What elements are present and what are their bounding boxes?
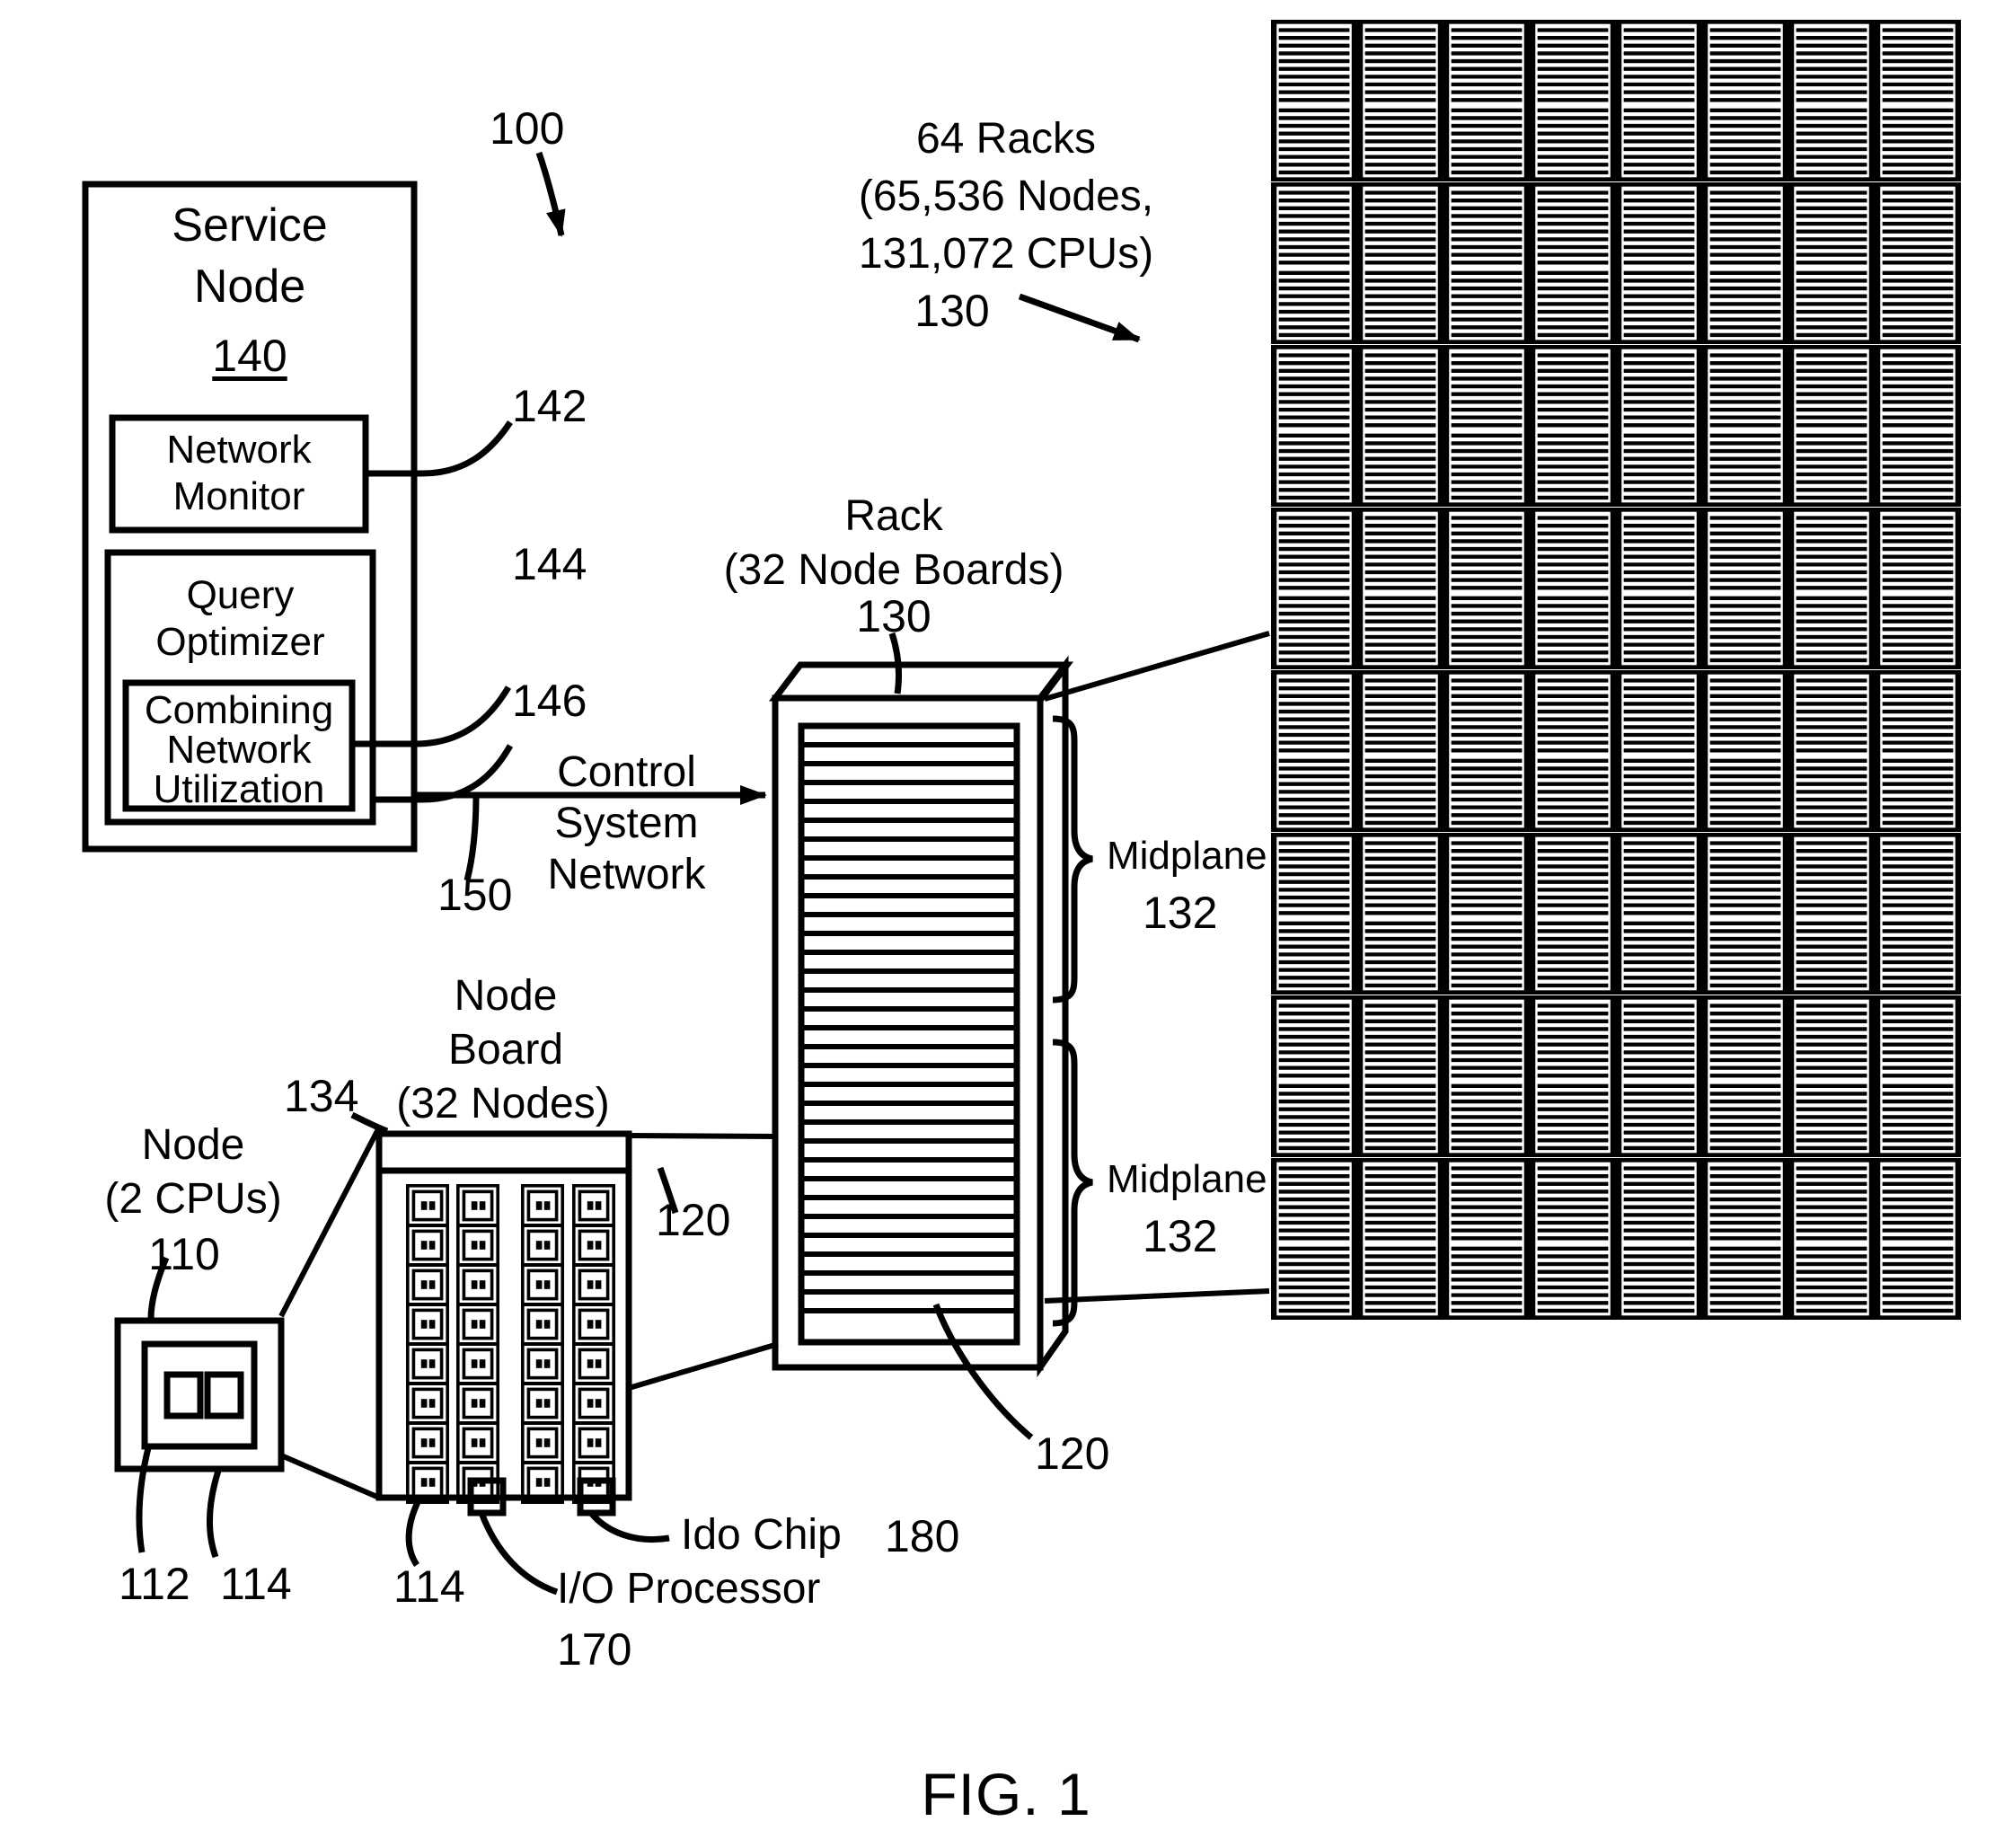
network-monitor-label-line1: Network — [166, 428, 312, 472]
node-board-title-line3: (32 Nodes) — [396, 1080, 610, 1127]
service-node-title-line2: Node — [193, 261, 306, 313]
query-optimizer-label-line1: Query — [186, 573, 295, 617]
combining-label-line2: Network — [166, 728, 312, 772]
leader-112 — [136, 1444, 153, 1553]
figure-caption: FIG. 1 — [921, 1761, 1091, 1827]
node-board-chip-grid — [406, 1184, 615, 1504]
ref-120-lower: 120 — [1035, 1428, 1110, 1479]
ref-112: 112 — [119, 1559, 190, 1609]
ref-134: 134 — [284, 1071, 359, 1121]
midplane-lower-ref: 132 — [1143, 1211, 1218, 1261]
rack-array-title-line1: 64 Racks — [915, 115, 1097, 163]
system-ref-arrow — [535, 151, 566, 237]
node-ref-110: 110 — [148, 1229, 220, 1279]
midplane-bracket-lower — [1052, 1039, 1093, 1327]
leader-144 — [373, 744, 514, 803]
rack-title: Rack — [844, 492, 943, 540]
ref-144: 144 — [512, 539, 587, 589]
service-node-title-line1: Service — [172, 199, 328, 252]
ref-146: 146 — [512, 676, 587, 726]
rack-array-grid — [1273, 21, 1959, 1318]
combining-label-line1: Combining — [144, 688, 334, 732]
midplane-lower-label: Midplane — [1107, 1157, 1267, 1201]
midplane-upper-label: Midplane — [1107, 834, 1267, 878]
query-optimizer-label-line2: Optimizer — [155, 620, 325, 664]
ref-114-board: 114 — [393, 1561, 465, 1612]
rack-array-title-line3: 131,072 CPUs) — [858, 230, 1154, 278]
network-monitor-label-line2: Monitor — [172, 474, 305, 518]
ref-114-node: 114 — [220, 1559, 292, 1609]
patent-figure-1: 100 Service Node 140 Network Monitor 142… — [0, 0, 2013, 1848]
combining-label-line3: Utilization — [153, 767, 325, 811]
node-board-expansion-lines — [628, 1133, 779, 1391]
leader-150 — [464, 794, 480, 881]
control-network-label-line2: System — [554, 800, 699, 847]
ref-120-upper: 120 — [656, 1195, 731, 1245]
rack-array-title-line2: (65,536 Nodes, — [858, 172, 1154, 220]
leader-114-board — [405, 1500, 421, 1567]
io-processor-ref: 170 — [557, 1624, 632, 1675]
rack-3d-box — [768, 655, 1074, 1378]
node-board-title-line2: Board — [447, 1026, 564, 1074]
rack-ref-130: 130 — [856, 591, 931, 641]
rack-node-board-slats — [802, 742, 1016, 1313]
leader-114-node — [207, 1469, 222, 1559]
node-title-line1: Node — [141, 1121, 245, 1169]
rack-subtitle: (32 Node Boards) — [723, 546, 1064, 594]
system-ref-100: 100 — [490, 103, 565, 154]
io-processor-label: I/O Processor — [557, 1565, 821, 1613]
leader-180 — [588, 1510, 670, 1543]
rack-array-ref-130: 130 — [914, 286, 990, 336]
ido-chip-ref: 180 — [885, 1511, 960, 1561]
service-node-ref-140: 140 — [212, 331, 287, 381]
ref-150: 150 — [437, 870, 513, 920]
leader-170 — [478, 1511, 559, 1596]
node-board-title-line1: Node — [454, 972, 558, 1020]
control-network-label-line1: Control — [557, 748, 696, 796]
leader-142 — [366, 420, 513, 477]
control-network-label-line3: Network — [547, 851, 706, 898]
ido-chip-label: Ido Chip — [681, 1511, 842, 1559]
ref-142: 142 — [512, 381, 587, 431]
midplane-upper-ref: 132 — [1143, 888, 1218, 938]
node-3d-box — [114, 1317, 285, 1472]
midplane-bracket-upper — [1052, 715, 1093, 1004]
node-title-line2: (2 CPUs) — [104, 1175, 282, 1223]
